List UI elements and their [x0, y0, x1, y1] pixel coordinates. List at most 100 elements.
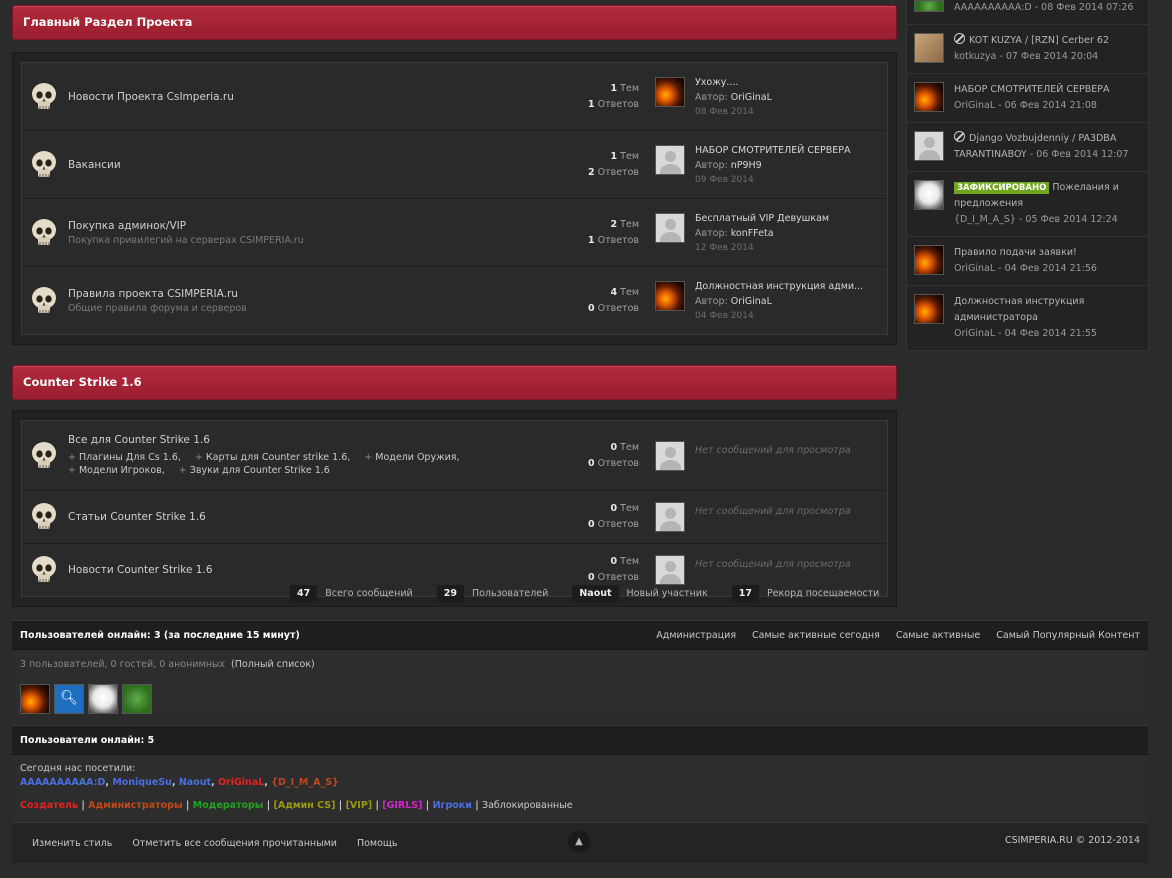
- last-post-title[interactable]: Ухожу....: [695, 77, 772, 88]
- avatar[interactable]: [655, 212, 685, 243]
- forum-stats: 0 Тем 0 Ответов: [587, 503, 639, 530]
- recent-topic-item: KOT KUZYA / [RZN] Cerber 62 kotkuzya - 07…: [907, 25, 1148, 74]
- recent-topic-item: Правило подачи заявки! OriGinaL - 04 Фев …: [907, 237, 1148, 286]
- visitor-link[interactable]: Naout: [179, 777, 211, 788]
- last-post-date: 08 Фев 2014: [695, 106, 754, 117]
- stat-value: 17: [731, 585, 759, 602]
- visitor-link[interactable]: AAAAAAAAAA:D: [20, 777, 105, 788]
- category-header[interactable]: Главный Раздел Проекта: [12, 5, 897, 40]
- forum-name[interactable]: Правила проекта CSIMPERIA.ru: [68, 288, 569, 300]
- topic-meta: AAAAAAAAAA:D - 08 Фев 2014 07:26: [954, 2, 1134, 13]
- category-main: Главный Раздел Проекта Новости Проекта C…: [12, 5, 897, 345]
- last-post-author[interactable]: nP9H9: [731, 160, 762, 171]
- forum-name[interactable]: Все для Counter Strike 1.6: [68, 434, 569, 446]
- forum-stats: 0 Тем 0 Ответов: [587, 441, 639, 469]
- category-body: Новости Проекта CsImperia.ru 1 Тем 1 Отве…: [12, 52, 897, 345]
- link-most-active-today[interactable]: Самые активные сегодня: [752, 630, 880, 641]
- visitor-link[interactable]: MoniqueSu: [112, 777, 172, 788]
- last-post-title[interactable]: НАБОР СМОТРИТЕЛЕЙ СЕРВЕРА: [695, 145, 851, 156]
- last-post-author[interactable]: konFFeta: [731, 228, 774, 239]
- avatar[interactable]: [20, 684, 50, 714]
- back-to-top-icon[interactable]: ▲: [568, 831, 590, 853]
- link-popular-content[interactable]: Самый Популярный Контент: [996, 630, 1140, 641]
- online-header: Пользователей онлайн: 3 (за последние 15…: [12, 620, 1148, 650]
- change-style-link[interactable]: Изменить стиль: [32, 838, 112, 849]
- skull-icon: [32, 441, 56, 468]
- stat-value: 29: [436, 585, 464, 602]
- online-title: Пользователей онлайн: 3 (за последние 15…: [20, 629, 300, 641]
- group-label: [Админ CS]: [273, 800, 336, 811]
- forum-name[interactable]: Покупка админок/VIP: [68, 220, 569, 232]
- forum-stats: 1 Тем 1 Ответов: [587, 82, 639, 110]
- subforum-link[interactable]: Звуки для Counter Strike 1.6: [179, 465, 330, 476]
- users-online-header: Пользователи онлайн: 5: [12, 725, 1148, 755]
- last-post-title[interactable]: Должностная инструкция адми...: [695, 281, 863, 292]
- last-post-author[interactable]: OriGinaL: [731, 92, 772, 103]
- skull-icon: [32, 218, 56, 245]
- last-post-date: 04 Фев 2014: [695, 310, 754, 321]
- recent-topic-item: ЗАФИКСИРОВАНО Пожелания и предложения {D_…: [907, 172, 1148, 237]
- subforum-link[interactable]: Модели Оружия,: [364, 452, 459, 463]
- pinned-badge: ЗАФИКСИРОВАНО: [954, 182, 1050, 194]
- last-post-title[interactable]: Бесплатный VIP Девушкам: [695, 213, 829, 224]
- subforum-link[interactable]: Модели Игроков,: [68, 465, 165, 476]
- subforum-link[interactable]: Карты для Counter strike 1.6,: [195, 452, 350, 463]
- stat-newest-member[interactable]: Naout: [572, 585, 619, 602]
- no-posts-text: Нет сообщений для просмотра: [695, 506, 851, 517]
- avatar[interactable]: [914, 180, 944, 210]
- forum-name[interactable]: Новости Counter Strike 1.6: [68, 564, 569, 576]
- category-header[interactable]: Counter Strike 1.6: [12, 365, 897, 400]
- topic-title[interactable]: KOT KUZYA / [RZN] Cerber 62: [969, 35, 1109, 46]
- avatar[interactable]: [914, 33, 944, 63]
- last-post-date: 09 Фев 2014: [695, 174, 754, 185]
- recent-topic-item: Django Vozbujdenniy / PA3DBA TARANTINABO…: [907, 123, 1148, 172]
- avatar[interactable]: [122, 684, 152, 714]
- last-post-author[interactable]: OriGinaL: [731, 296, 772, 307]
- last-post: Нет сообщений для просмотра: [655, 440, 887, 471]
- recent-topic-item: НАБОР СМОТРИТЕЛЕЙ СЕРВЕРА OriGinaL - 06 Ф…: [907, 74, 1148, 123]
- topic-meta: OriGinaL - 04 Фев 2014 21:55: [954, 328, 1097, 339]
- avatar[interactable]: [914, 294, 944, 324]
- avatar[interactable]: [914, 245, 944, 275]
- subforum-list: Плагины Для Cs 1.6, Карты для Counter str…: [68, 451, 569, 477]
- stat-label: Пользователей: [471, 588, 549, 599]
- group-label: Модераторы: [192, 800, 264, 811]
- online-avatars: 🔍︎: [20, 684, 1140, 714]
- avatar[interactable]: [914, 0, 944, 12]
- help-link[interactable]: Помощь: [357, 838, 397, 849]
- visitor-link[interactable]: OriGinaL: [218, 777, 264, 788]
- last-post: Нет сообщений для просмотра: [655, 555, 887, 585]
- avatar: [655, 555, 685, 585]
- topic-title[interactable]: Должностная инструкция администратора: [954, 296, 1084, 323]
- forum-name[interactable]: Статьи Counter Strike 1.6: [68, 511, 569, 523]
- avatar[interactable]: [655, 76, 685, 107]
- link-administration[interactable]: Администрация: [656, 630, 736, 641]
- avatar[interactable]: [88, 684, 118, 714]
- subforum-link[interactable]: Плагины Для Cs 1.6,: [68, 452, 181, 463]
- search-icon[interactable]: 🔍︎: [54, 684, 84, 714]
- group-label: [GIRLS]: [382, 800, 423, 811]
- last-post: Бесплатный VIP Девушкам Автор: konFFeta …: [655, 212, 887, 253]
- forum-list: Все для Counter Strike 1.6 Плагины Для C…: [21, 420, 888, 597]
- forum-name[interactable]: Вакансии: [68, 159, 569, 171]
- avatar[interactable]: [655, 144, 685, 175]
- avatar[interactable]: [914, 131, 944, 161]
- group-label: [VIP]: [345, 800, 373, 811]
- avatar[interactable]: [914, 82, 944, 112]
- topic-meta: OriGinaL - 06 Фев 2014 21:08: [954, 100, 1097, 111]
- footer: Изменить стиль Отметить все сообщения пр…: [12, 822, 1148, 863]
- visitor-link[interactable]: {D_I_M_A_S}: [271, 777, 339, 788]
- category-cs16: Counter Strike 1.6 Все для Counter Strik…: [12, 365, 897, 607]
- link-most-active[interactable]: Самые активные: [896, 630, 980, 641]
- mark-all-read-link[interactable]: Отметить все сообщения прочитанными: [132, 838, 337, 849]
- topic-title[interactable]: НАБОР СМОТРИТЕЛЕЙ СЕРВЕРА: [954, 84, 1110, 95]
- visited-today: Сегодня нас посетили: AAAAAAAAAA:D, Moni…: [12, 755, 1148, 823]
- last-post-date: 12 Фев 2014: [695, 242, 754, 253]
- forum-row: Правила проекта CSIMPERIA.ru Общие правил…: [22, 267, 887, 334]
- forum-name[interactable]: Новости Проекта CsImperia.ru: [68, 91, 569, 103]
- forum-row: Все для Counter Strike 1.6 Плагины Для C…: [22, 421, 887, 491]
- forum-row: Покупка админок/VIP Покупка привилегий на…: [22, 199, 887, 267]
- avatar[interactable]: [655, 280, 685, 311]
- full-list-link[interactable]: (Полный список): [231, 659, 315, 670]
- topic-title[interactable]: Правило подачи заявки!: [954, 247, 1077, 258]
